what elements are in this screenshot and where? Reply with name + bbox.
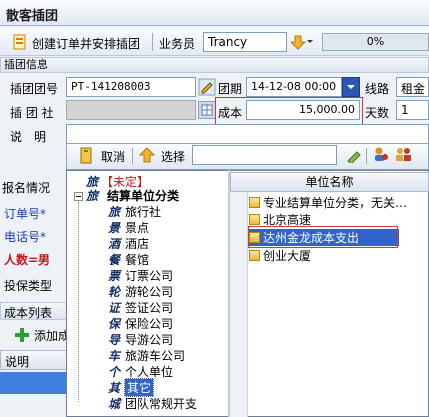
unit-name-column-label: 单位名称: [305, 175, 354, 189]
plus-icon: [15, 328, 29, 342]
order-label: 订单号*: [4, 207, 47, 221]
cost-row-selected[interactable]: [0, 372, 68, 394]
unit-name-column-header[interactable]: 单位名称: [230, 172, 429, 192]
calligraphy-glyph: 餐: [108, 253, 121, 267]
calligraphy-glyph: 城: [108, 397, 121, 411]
route-label: 线路: [365, 82, 390, 96]
tree-item-visa[interactable]: 签证公司: [125, 299, 173, 316]
tree-item-scenic[interactable]: 景点: [125, 219, 149, 236]
calligraphy-glyph: 轮: [108, 285, 121, 299]
list-item-label: 创业大厦: [263, 249, 312, 263]
agency-label: 插 团 社: [10, 106, 54, 120]
date-input[interactable]: 14-12-08 00:00: [246, 77, 342, 97]
route-input[interactable]: 租金: [396, 77, 429, 97]
days-label: 天数: [365, 106, 390, 120]
list-item-label: 专业结算单位分类，无关…: [263, 196, 408, 210]
calligraphy-glyph: 旅: [86, 189, 99, 203]
tree-item-travel-agency[interactable]: 旅行社: [125, 203, 161, 220]
calligraphy-glyph: 车: [108, 349, 121, 363]
tree-item-bus[interactable]: 旅游车公司: [125, 347, 185, 364]
calligraphy-glyph: 景: [108, 221, 121, 235]
folder-icon: [249, 250, 260, 261]
cost-highlight-box: [215, 97, 363, 126]
create-order-button[interactable]: 创建订单并安排插团: [32, 35, 140, 52]
insurance-label: 投保类型: [4, 279, 53, 293]
signup-label: 报名情况: [2, 181, 51, 195]
group-no-input[interactable]: PT-141208003: [66, 77, 196, 97]
date-dropdown-button[interactable]: [342, 77, 360, 97]
salesman-arrow-icon[interactable]: [289, 34, 313, 50]
salesman-input[interactable]: Trancy: [203, 32, 287, 52]
list-item-label: 北京高速: [263, 213, 312, 227]
tree-item-ticketing[interactable]: 订票公司: [125, 267, 173, 284]
folder-icon: [249, 214, 260, 225]
calligraphy-glyph: 保: [108, 317, 121, 331]
calligraphy-glyph: 导: [108, 333, 121, 347]
subtoolbar-separator: [132, 148, 133, 164]
desc-label: 说 明: [10, 130, 47, 144]
tree-item-insurance[interactable]: 保险公司: [125, 315, 173, 332]
list-row-indicator-column: [230, 192, 248, 417]
selector-search-input[interactable]: [192, 145, 337, 165]
calligraphy-glyph: 旅: [108, 205, 121, 219]
window-title: 散客插团: [6, 9, 59, 24]
days-input[interactable]: 1: [396, 100, 429, 120]
cost-list-header: 成本列表: [0, 302, 68, 320]
group-info-title: 插团信息: [4, 58, 48, 71]
cancel-icon[interactable]: [78, 147, 94, 164]
phone-label: 电话号*: [4, 230, 47, 244]
calligraphy-glyph: 酒: [108, 237, 121, 251]
agency-input[interactable]: [66, 100, 196, 120]
users-group-icon[interactable]: [395, 146, 411, 162]
create-order-icon[interactable]: [12, 34, 28, 50]
desc-column-header[interactable]: 说明: [0, 350, 68, 370]
subtoolbar-separator-2: [366, 148, 367, 164]
tree-expander-root[interactable]: [74, 192, 83, 201]
selection-highlight-box: [248, 226, 398, 248]
date-label: 团期: [218, 82, 243, 96]
title-bar: 散客插团: [0, 0, 429, 26]
folder-icon: [249, 197, 260, 208]
salesman-label: 业务员: [159, 37, 196, 51]
chevron-down-icon: [347, 85, 355, 89]
add-cost-label: 添加成: [34, 329, 71, 343]
tree-item-team-expense[interactable]: 团队常规开支: [125, 395, 197, 412]
cost-list-title: 成本列表: [4, 306, 53, 320]
user-icon[interactable]: [373, 146, 389, 162]
list-item[interactable]: 创业大厦: [249, 247, 429, 264]
select-button[interactable]: 选择: [161, 148, 185, 165]
calligraphy-glyph: 个: [108, 365, 121, 379]
calligraphy-glyph: 其: [108, 381, 121, 395]
group-no-label: 插团团号: [10, 82, 59, 96]
list-item[interactable]: 专业结算单位分类，无关…: [249, 194, 429, 211]
toolbar-separator: [152, 33, 153, 51]
people-label: 人数=男: [4, 253, 51, 267]
group-info-header: 插团信息: [0, 57, 429, 73]
progress-indicator: 0%: [322, 33, 429, 51]
select-up-icon[interactable]: [138, 146, 156, 163]
tree-item-guide[interactable]: 导游公司: [125, 331, 173, 348]
pencil-icon[interactable]: [198, 78, 216, 96]
calligraphy-glyph: 证: [108, 301, 121, 315]
tree-guide-line: [78, 202, 79, 402]
calligraphy-glyph: 票: [108, 269, 121, 283]
tree-item-root[interactable]: 结算单位分类: [107, 187, 179, 204]
edit-icon[interactable]: [346, 147, 362, 165]
add-cost-button[interactable]: 添加成: [0, 324, 71, 346]
tree-item-hotel[interactable]: 酒店: [125, 235, 149, 252]
agency-picker-button[interactable]: [198, 101, 216, 119]
cancel-button[interactable]: 取消: [101, 148, 125, 165]
grid-icon: [201, 104, 213, 116]
tree-item-restaurant[interactable]: 餐馆: [125, 251, 149, 268]
desc-input[interactable]: [66, 124, 429, 144]
desc-column-label: 说明: [5, 355, 30, 369]
minus-icon: [76, 196, 81, 197]
tree-item-cruise[interactable]: 游轮公司: [125, 283, 173, 300]
